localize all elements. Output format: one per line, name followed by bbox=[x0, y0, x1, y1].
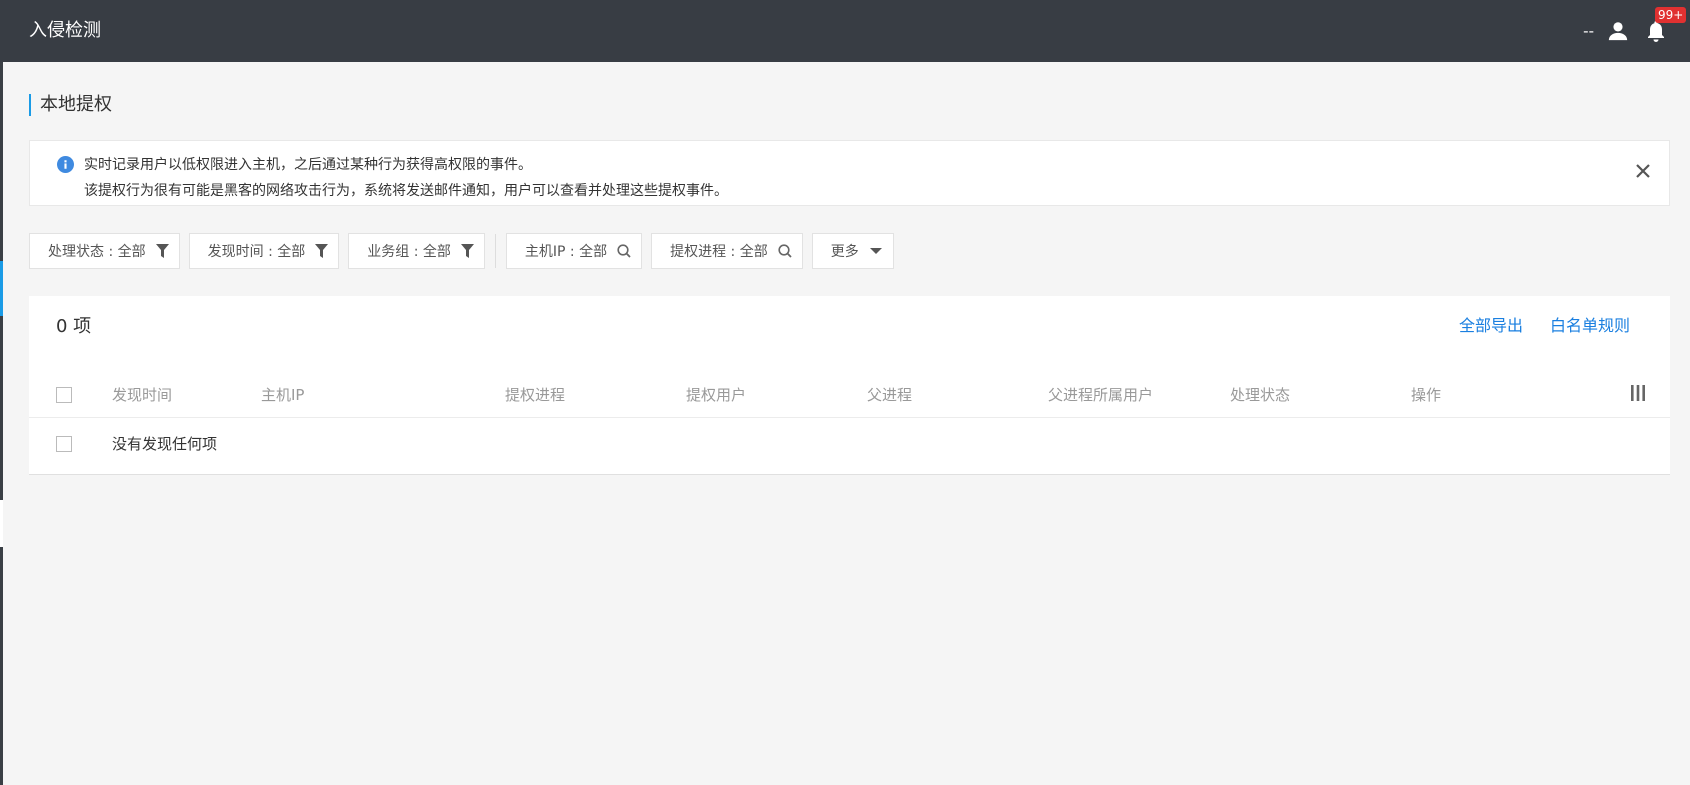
notification-badge: 99+ bbox=[1655, 7, 1687, 23]
filter-host-ip-label: 主机IP : 全部 bbox=[524, 244, 608, 260]
banner-text-line2: 该提权行为很有可能是黑客的网络攻击行为，系统将发送邮件通知，用户可以查看并处理这… bbox=[84, 183, 728, 199]
page-title: 本地提权 bbox=[29, 94, 112, 116]
column-header-host-ip[interactable]: 主机IP bbox=[261, 385, 304, 405]
more-filters-label: 更多 bbox=[830, 244, 859, 260]
filter-icon bbox=[460, 244, 474, 258]
filter-icon bbox=[155, 244, 169, 258]
table-row: 没有发现任何项 bbox=[29, 418, 1670, 470]
filter-divider bbox=[494, 234, 496, 268]
app-title: 入侵检测 bbox=[29, 20, 101, 41]
filter-status[interactable]: 处理状态 : 全部 bbox=[29, 233, 180, 269]
left-edge-gap bbox=[0, 500, 3, 547]
column-header-status[interactable]: 处理状态 bbox=[1230, 385, 1290, 405]
row-checkbox[interactable] bbox=[56, 436, 72, 452]
user-name[interactable]: -- bbox=[1583, 22, 1594, 40]
banner-text-line1: 实时记录用户以低权限进入主机，之后通过某种行为获得高权限的事件。 bbox=[84, 157, 532, 173]
column-header-parent-process[interactable]: 父进程 bbox=[867, 385, 912, 405]
filter-business-group[interactable]: 业务组 : 全部 bbox=[348, 233, 485, 269]
filter-status-label: 处理状态 : 全部 bbox=[48, 244, 146, 260]
filter-process-label: 提权进程 : 全部 bbox=[670, 244, 768, 260]
search-icon bbox=[617, 244, 631, 258]
search-icon bbox=[778, 244, 792, 258]
filter-business-group-label: 业务组 : 全部 bbox=[367, 244, 451, 260]
column-header-found-time[interactable]: 发现时间 bbox=[112, 385, 172, 405]
filter-found-time-label: 发现时间 : 全部 bbox=[207, 244, 306, 260]
user-icon[interactable] bbox=[1604, 17, 1632, 45]
filter-process[interactable]: 提权进程 : 全部 bbox=[651, 233, 803, 269]
select-all-checkbox[interactable] bbox=[56, 387, 72, 403]
filter-bar: 处理状态 : 全部 发现时间 : 全部 业务组 : 全部 主机IP : 全部 提… bbox=[29, 233, 903, 269]
column-settings-icon[interactable] bbox=[1630, 384, 1646, 406]
column-header-parent-user[interactable]: 父进程所属用户 bbox=[1048, 385, 1153, 405]
results-card: 0 项 全部导出 白名单规则 发现时间 主机IP 提权进程 提权用户 父进程 父… bbox=[29, 296, 1670, 475]
column-header-actions[interactable]: 操作 bbox=[1411, 385, 1441, 405]
more-filters-button[interactable]: 更多 bbox=[811, 233, 894, 269]
left-edge-bar bbox=[0, 62, 3, 785]
info-banner: 实时记录用户以低权限进入主机，之后通过某种行为获得高权限的事件。 该提权行为很有… bbox=[29, 140, 1670, 206]
table-header: 发现时间 主机IP 提权进程 提权用户 父进程 父进程所属用户 处理状态 操作 bbox=[29, 371, 1670, 418]
filter-icon bbox=[315, 244, 329, 258]
header-actions: -- 99+ bbox=[1583, 0, 1687, 62]
notification-bell-icon[interactable]: 99+ bbox=[1642, 7, 1687, 45]
top-header: 入侵检测 -- 99+ bbox=[0, 0, 1690, 62]
close-icon[interactable] bbox=[1635, 163, 1651, 183]
empty-state-text: 没有发现任何项 bbox=[112, 435, 218, 453]
filter-host-ip[interactable]: 主机IP : 全部 bbox=[505, 233, 643, 269]
filter-found-time[interactable]: 发现时间 : 全部 bbox=[188, 233, 340, 269]
chevron-down-icon bbox=[869, 248, 882, 254]
result-count: 0 项 bbox=[56, 316, 92, 337]
column-header-process[interactable]: 提权进程 bbox=[505, 385, 565, 405]
export-all-link[interactable]: 全部导出 bbox=[1459, 316, 1523, 336]
info-icon bbox=[57, 156, 74, 177]
whitelist-rules-link[interactable]: 白名单规则 bbox=[1550, 316, 1630, 336]
left-edge-accent bbox=[0, 261, 3, 316]
column-header-user[interactable]: 提权用户 bbox=[686, 385, 746, 405]
